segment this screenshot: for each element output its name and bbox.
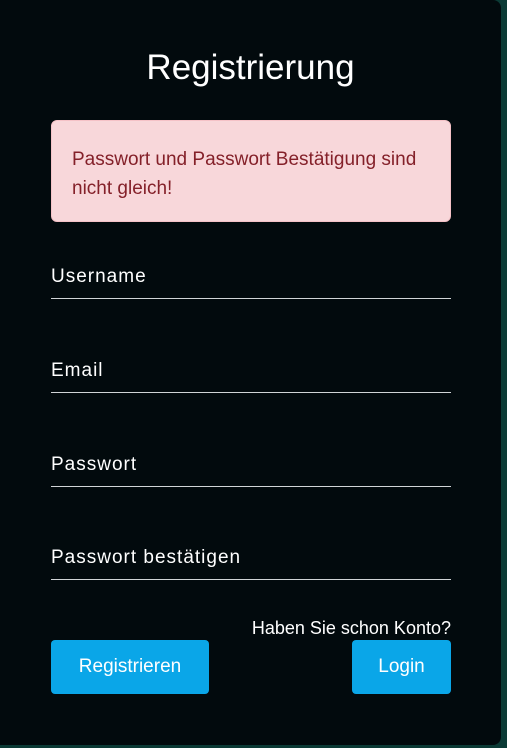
username-field[interactable]: Username <box>51 254 451 299</box>
registration-card: Registrierung Passwort und Passwort Best… <box>0 0 501 745</box>
confirm-password-input[interactable] <box>51 543 451 573</box>
email-field[interactable]: Email <box>51 348 451 393</box>
page-title: Registrierung <box>146 48 355 87</box>
error-alert: Passwort und Passwort Bestätigung sind n… <box>51 120 451 222</box>
confirm-password-field[interactable]: Passwort bestätigen <box>51 535 451 580</box>
login-hint: Haben Sie schon Konto? <box>251 618 451 638</box>
username-input[interactable] <box>51 262 451 292</box>
email-input[interactable] <box>51 356 451 386</box>
login-button[interactable]: Login <box>352 640 451 694</box>
password-input[interactable] <box>51 450 451 480</box>
register-button[interactable]: Registrieren <box>51 640 209 694</box>
error-alert-text: Passwort und Passwort Bestätigung sind n… <box>72 149 417 199</box>
password-field[interactable]: Passwort <box>51 442 451 487</box>
